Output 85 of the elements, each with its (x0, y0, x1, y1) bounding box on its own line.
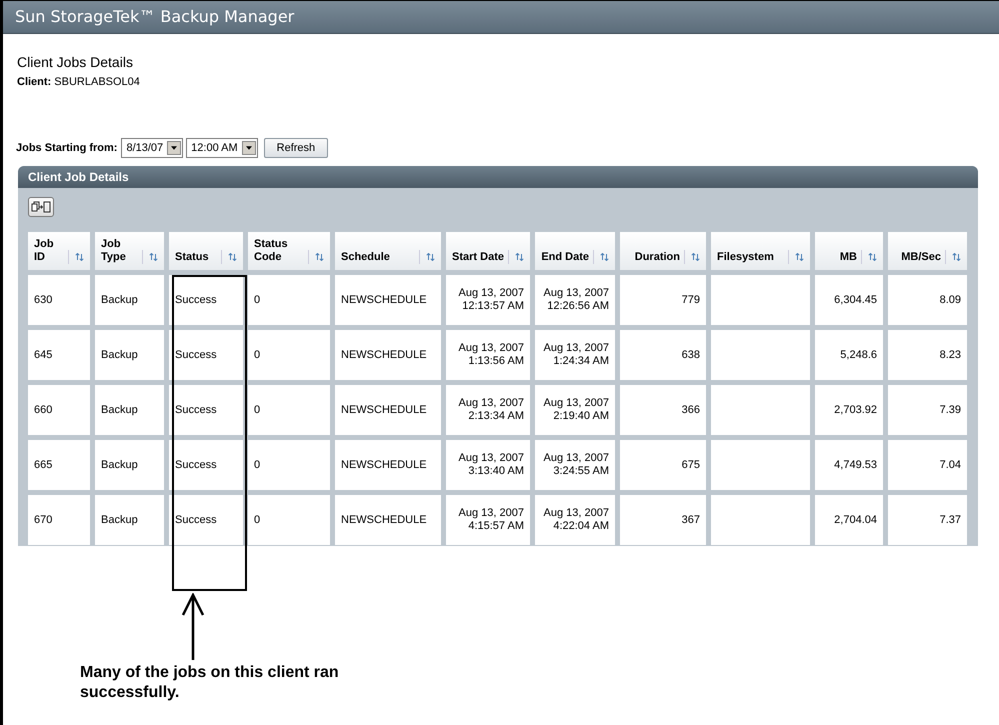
table-cell: 8.09 (888, 275, 967, 325)
table-cell: Aug 13, 2007 12:13:57 AM (446, 275, 530, 325)
table-cell: Success (169, 495, 243, 545)
table-cell: 5,248.6 (815, 330, 883, 380)
table-cell: 2,703.92 (815, 385, 883, 435)
panel-title: Client Job Details (28, 170, 129, 184)
table-cell: 6,304.45 (815, 275, 883, 325)
column-header[interactable]: Job ID (28, 232, 90, 270)
table-cell: NEWSCHEDULE (335, 385, 441, 435)
table-cell: 366 (620, 385, 706, 435)
table-cell: 0 (248, 495, 330, 545)
page-heading: Client Jobs Details (17, 54, 134, 70)
table-cell: NEWSCHEDULE (335, 275, 441, 325)
annotation-arrow (181, 593, 205, 661)
copy-arrow-icon (31, 201, 51, 213)
table-cell: Aug 13, 2007 2:13:34 AM (446, 385, 530, 435)
column-header[interactable]: Status (169, 232, 243, 270)
table-cell: 2,704.04 (815, 495, 883, 545)
table-cell: 8.23 (888, 330, 967, 380)
table-cell: Backup (95, 495, 164, 545)
sort-icon[interactable] (600, 253, 609, 261)
table-cell: 779 (620, 275, 706, 325)
table-cell: Backup (95, 385, 164, 435)
column-header[interactable]: Status Code (248, 232, 330, 270)
table-cell: 0 (248, 440, 330, 490)
column-header[interactable]: Schedule (335, 232, 441, 270)
table-cell: Aug 13, 2007 12:26:56 AM (535, 275, 615, 325)
table-cell: 367 (620, 495, 706, 545)
table-cell: 7.39 (888, 385, 967, 435)
table-cell: Aug 13, 2007 3:24:55 AM (535, 440, 615, 490)
table-cell: Backup (95, 275, 164, 325)
table-cell: Success (169, 440, 243, 490)
table-cell: Success (169, 385, 243, 435)
column-header[interactable]: MB (815, 232, 883, 270)
table-cell: Aug 13, 2007 2:19:40 AM (535, 385, 615, 435)
table-cell: 645 (28, 330, 90, 380)
table-cell: 660 (28, 385, 90, 435)
toggle-view-button[interactable] (28, 197, 54, 217)
table-cell: Aug 13, 2007 1:13:56 AM (446, 330, 530, 380)
sort-icon[interactable] (228, 253, 237, 261)
sort-icon[interactable] (691, 253, 700, 261)
sort-icon[interactable] (75, 253, 84, 261)
window-title: Sun StorageTek™ Backup Manager (15, 7, 294, 26)
refresh-button[interactable]: Refresh (264, 138, 328, 158)
table-cell: 0 (248, 275, 330, 325)
time-dropdown[interactable]: 12:00 AM (186, 138, 258, 158)
client-name: SBURLABSOL04 (54, 76, 140, 88)
sort-icon[interactable] (795, 253, 804, 261)
sort-icon[interactable] (868, 253, 877, 261)
table-cell: Success (169, 330, 243, 380)
filter-label: Jobs Starting from: (16, 142, 118, 154)
table-cell: Backup (95, 440, 164, 490)
column-header[interactable]: Filesystem (711, 232, 810, 270)
table-cell: 0 (248, 385, 330, 435)
column-header[interactable]: Duration (620, 232, 706, 270)
table-cell: NEWSCHEDULE (335, 495, 441, 545)
table-cell: 665 (28, 440, 90, 490)
sort-icon[interactable] (952, 253, 961, 261)
table-cell: 630 (28, 275, 90, 325)
table-cell: 7.37 (888, 495, 967, 545)
table-cell: 0 (248, 330, 330, 380)
table-cell: 675 (620, 440, 706, 490)
column-header[interactable]: MB/Sec (888, 232, 967, 270)
client-label: Client: (17, 76, 52, 88)
table-cell: Success (169, 275, 243, 325)
table-cell: 7.04 (888, 440, 967, 490)
table-cell: Aug 13, 2007 3:13:40 AM (446, 440, 530, 490)
table-cell: Aug 13, 2007 4:15:57 AM (446, 495, 530, 545)
table-cell: Backup (95, 330, 164, 380)
table-cell: 638 (620, 330, 706, 380)
sort-icon[interactable] (149, 253, 158, 261)
table-cell: NEWSCHEDULE (335, 330, 441, 380)
sort-icon[interactable] (515, 253, 524, 261)
table-cell: Aug 13, 2007 4:22:04 AM (535, 495, 615, 545)
date-dropdown[interactable]: 8/13/07 (121, 138, 184, 158)
table-cell: 4,749.53 (815, 440, 883, 490)
sort-icon[interactable] (315, 253, 324, 261)
column-header[interactable]: End Date (535, 232, 615, 270)
column-header[interactable]: Job Type (95, 232, 164, 270)
column-header[interactable]: Start Date (446, 232, 530, 270)
sort-icon[interactable] (426, 253, 435, 261)
annotation-text: Many of the jobs on this client ran successfully. (80, 663, 340, 703)
table-cell: NEWSCHEDULE (335, 440, 441, 490)
table-cell: 670 (28, 495, 90, 545)
table-cell: Aug 13, 2007 1:24:34 AM (535, 330, 615, 380)
